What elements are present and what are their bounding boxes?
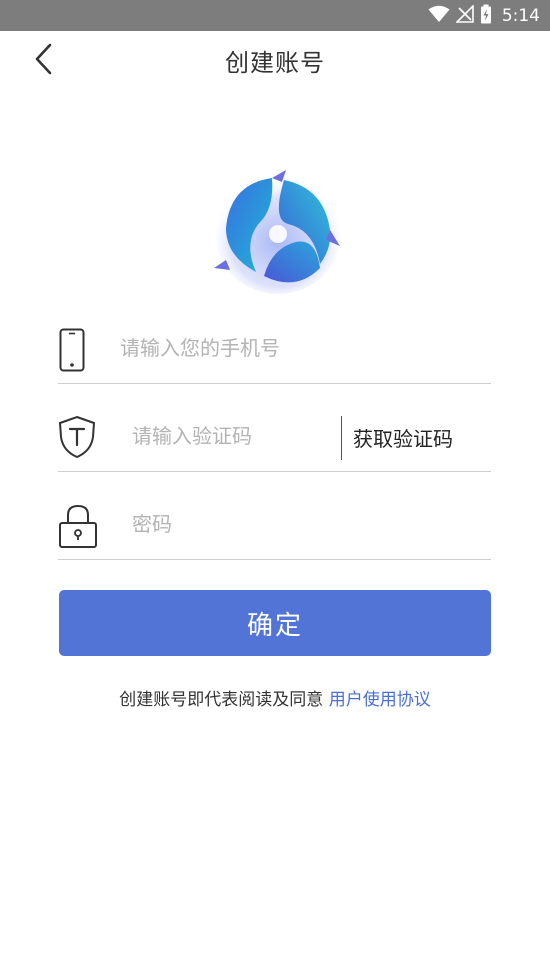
- phone-icon: [58, 327, 86, 373]
- user-agreement-link[interactable]: 用户使用协议: [329, 690, 431, 710]
- lock-icon: [58, 503, 98, 549]
- confirm-button[interactable]: 确定: [59, 590, 491, 656]
- password-row: [58, 497, 491, 560]
- battery-charging-icon: [480, 4, 492, 28]
- agreement-text: 创建账号即代表阅读及同意 用户使用协议: [0, 685, 550, 710]
- code-row: 获取验证码: [58, 409, 491, 472]
- phone-input[interactable]: [120, 331, 480, 365]
- page-title: 创建账号: [225, 49, 325, 77]
- divider: [341, 416, 342, 460]
- status-bar: 5:14: [0, 0, 550, 31]
- phone-row: [58, 321, 491, 384]
- status-icons: 5:14: [428, 0, 540, 31]
- agreement-prefix: 创建账号即代表阅读及同意: [119, 690, 329, 710]
- shield-t-icon: [58, 415, 96, 459]
- get-code-button[interactable]: 获取验证码: [353, 423, 453, 452]
- status-time: 5:14: [501, 5, 540, 26]
- code-input[interactable]: [132, 419, 332, 453]
- no-signal-icon: [454, 3, 474, 27]
- password-input[interactable]: [132, 507, 472, 541]
- wifi-icon: [428, 5, 450, 27]
- app-logo-icon: [212, 168, 344, 296]
- header: 创建账号: [0, 31, 550, 89]
